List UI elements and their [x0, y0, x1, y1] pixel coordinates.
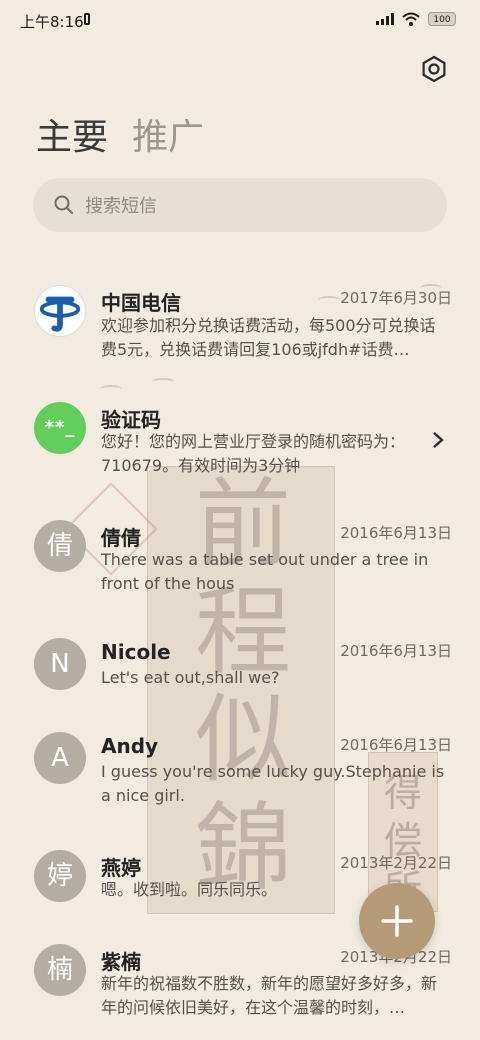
message-date: 2016年6月13日 [340, 642, 452, 660]
contact-name: 紫楠 [101, 950, 141, 974]
status-time: 上午8:16 [20, 13, 84, 31]
avatar [34, 285, 86, 337]
message-date: 2013年2月22日 [340, 854, 452, 872]
wifi-icon [402, 12, 420, 26]
vibrate-icon [84, 13, 90, 25]
contact-name: 验证码 [101, 408, 161, 432]
new-message-button[interactable] [359, 883, 435, 959]
contact-name: 中国电信 [101, 291, 181, 315]
message-snippet: I guess you're some lucky guy.Stephanie … [101, 762, 445, 805]
avatar: 楠 [34, 944, 86, 996]
avatar: A [34, 732, 86, 784]
avatar: 倩 [34, 520, 86, 572]
conversation-item[interactable]: N Nicole 2016年6月13日 Let's eat out,shall … [0, 636, 480, 696]
contact-name: 燕婷 [101, 856, 141, 880]
message-date: 2017年6月30日 [340, 289, 452, 307]
bird-icon [152, 378, 174, 386]
message-snippet: 欢迎参加积分兑换话费活动，每500分可兑换话费5元，兑换话费请回复106或jfd… [101, 316, 436, 359]
messages-screen: 前程似錦 得偿所 上午8:16 100 主要 推广 [0, 0, 480, 1040]
conversation-item[interactable]: 倩 倩倩 2016年6月13日 There was a table set ou… [0, 518, 480, 598]
message-snippet: 新年的祝福数不胜数，新年的愿望好多好多，新年的问候依旧美好，在这个温馨的时刻，… [101, 974, 438, 1017]
contact-name: Nicole [101, 640, 171, 664]
bird-icon [100, 385, 122, 393]
message-snippet: Let's eat out,shall we? [101, 668, 280, 687]
conversation-item[interactable]: A Andy 2016年6月13日 I guess you're some lu… [0, 730, 480, 810]
status-bar: 上午8:16 100 [0, 0, 480, 40]
message-date: 2016年6月13日 [340, 736, 452, 754]
contact-name: Andy [101, 734, 159, 758]
message-tabs: 主要 推广 [36, 112, 204, 164]
search-bar[interactable] [33, 178, 447, 234]
tab-primary[interactable]: 主要 [36, 112, 108, 164]
china-telecom-logo-icon [39, 296, 81, 332]
search-icon [54, 195, 73, 214]
battery-icon: 100 [428, 12, 456, 26]
tab-promotions[interactable]: 推广 [132, 112, 204, 164]
plus-icon [381, 905, 413, 937]
signal-icon [376, 13, 394, 25]
message-snippet: There was a table set out under a tree i… [101, 550, 429, 593]
search-input[interactable] [83, 178, 427, 234]
message-snippet: 您好！您的网上营业厅登录的随机密码为：710679。有效时间为3分钟 [101, 432, 406, 475]
settings-hexagon-icon[interactable] [420, 55, 448, 83]
avatar: **_ [34, 402, 86, 454]
contact-name: 倩倩 [101, 526, 141, 550]
conversation-item[interactable]: **_ 验证码 您好！您的网上营业厅登录的随机密码为：710679。有效时间为3… [0, 400, 480, 480]
conversation-item[interactable]: 中国电信 2017年6月30日 欢迎参加积分兑换话费活动，每500分可兑换话费5… [0, 280, 480, 370]
status-icons: 100 [376, 12, 456, 26]
avatar: 婷 [34, 850, 86, 902]
chevron-right-icon[interactable] [432, 431, 444, 449]
avatar: N [34, 638, 86, 690]
message-date: 2016年6月13日 [340, 524, 452, 542]
